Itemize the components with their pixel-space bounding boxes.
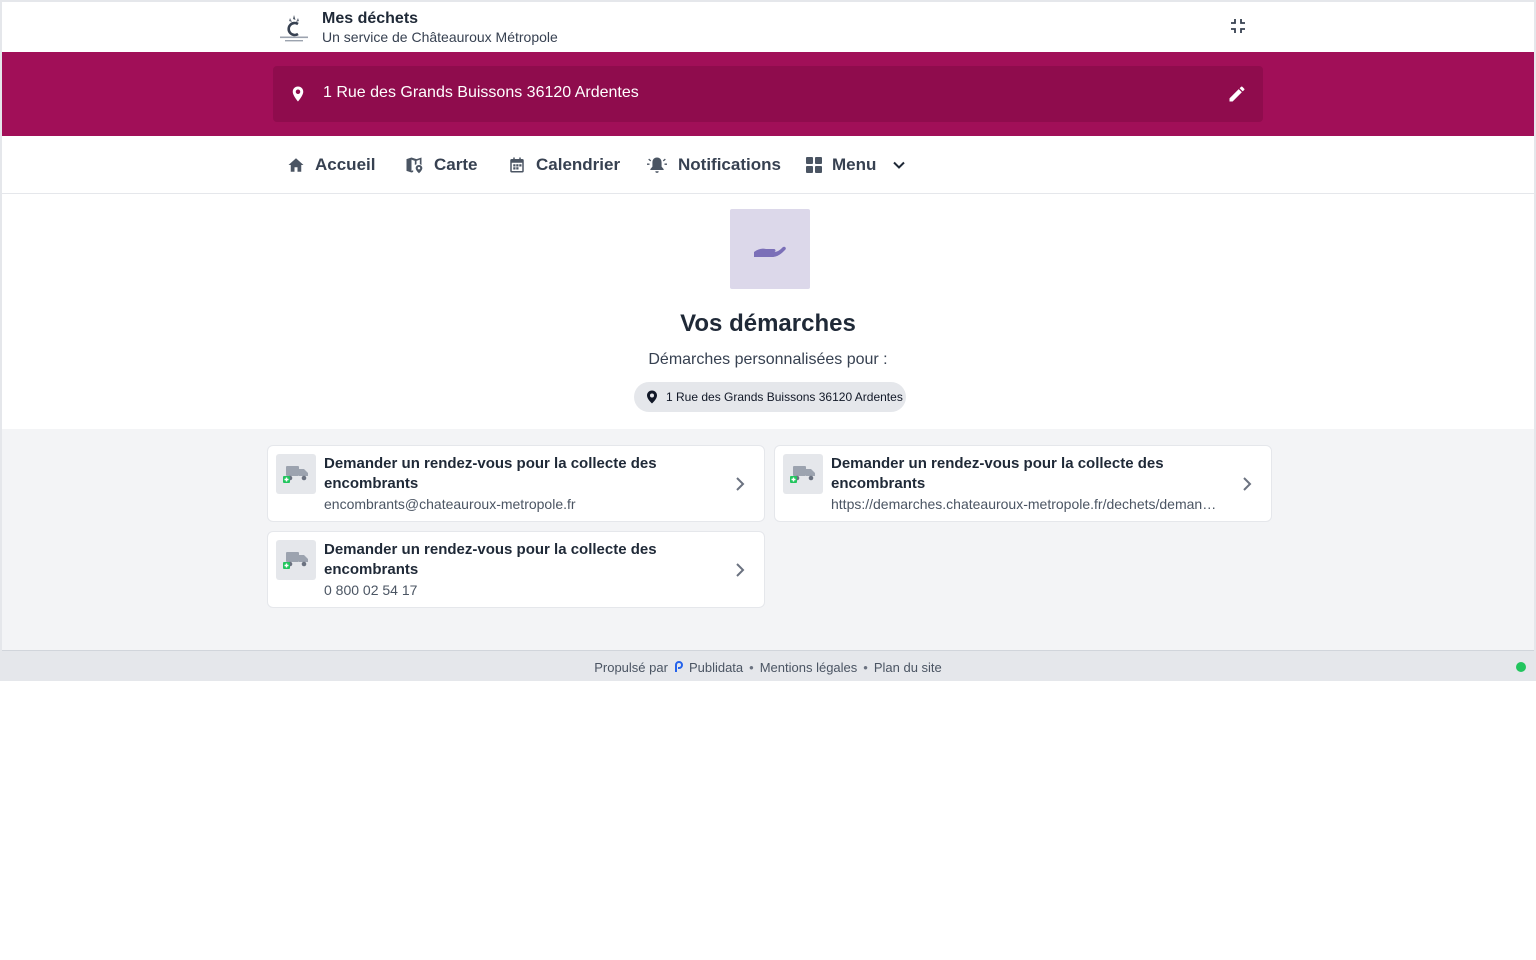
location-pin-icon [292, 86, 304, 102]
truck-icon [276, 454, 316, 494]
main-nav: Accueil Carte Calendrier Notifications M… [2, 136, 1534, 194]
nav-item-carte[interactable]: Carte [404, 136, 477, 194]
address-selector[interactable]: 1 Rue des Grands Buissons 36120 Ardentes [273, 66, 1263, 122]
app-subtitle: Un service de Châteauroux Métropole [322, 29, 558, 45]
powered-by-text: Propulsé par [594, 659, 668, 675]
page-subtitle: Démarches personnalisées pour : [648, 351, 888, 368]
address-text: 1 Rue des Grands Buissons 36120 Ardentes [323, 84, 639, 101]
legal-link[interactable]: Mentions légales [760, 660, 858, 675]
collapse-icon [1231, 19, 1245, 33]
sitemap-link[interactable]: Plan du site [874, 660, 942, 675]
publidata-link[interactable]: Publidata [674, 660, 743, 675]
chevron-right-icon [736, 477, 745, 491]
bell-icon [647, 157, 667, 173]
demarches-list: Demander un rendez-vous pour la collecte… [2, 429, 1534, 650]
publidata-logo-icon [674, 661, 683, 672]
nav-label-menu: Menu [832, 155, 877, 174]
chevron-down-icon [893, 161, 906, 169]
nav-label-carte: Carte [434, 155, 478, 174]
hand-icon [730, 209, 810, 289]
address-chip: 1 Rue des Grands Buissons 36120 Ardentes [634, 382, 906, 412]
site-footer: Propulsé par Publidata • Mentions légale… [2, 650, 1534, 681]
card-detail: encombrants@chateauroux-metropole.fr [324, 496, 576, 512]
app-frame: Mes déchets Un service de Châteauroux Mé… [0, 0, 1536, 681]
card-detail: 0 800 02 54 17 [324, 582, 418, 598]
nav-item-menu[interactable]: Menu [806, 136, 906, 194]
address-chip-text: 1 Rue des Grands Buissons 36120 Ardentes [666, 390, 903, 404]
card-title: Demander un rendez-vous pour la collecte… [324, 541, 657, 578]
demarche-card[interactable]: Demander un rendez-vous pour la collecte… [774, 445, 1272, 522]
chateauroux-logo [280, 15, 308, 42]
nav-item-calendrier[interactable]: Calendrier [508, 136, 620, 194]
app-title: Mes déchets [322, 10, 419, 27]
calendar-icon [510, 157, 524, 173]
page-title: Vos démarches [680, 310, 856, 337]
separator-dot: • [749, 659, 754, 675]
app-header: Mes déchets Un service de Châteauroux Mé… [2, 2, 1534, 52]
grid-icon [806, 157, 822, 173]
nav-label-notifications: Notifications [678, 155, 781, 174]
status-indicator [1516, 662, 1526, 672]
truck-icon [783, 454, 823, 494]
demarche-card[interactable]: Demander un rendez-vous pour la collecte… [267, 531, 765, 608]
nav-label-calendrier: Calendrier [536, 155, 621, 174]
demarche-card[interactable]: Demander un rendez-vous pour la collecte… [267, 445, 765, 522]
publidata-label: Publidata [688, 659, 744, 675]
address-band: 1 Rue des Grands Buissons 36120 Ardentes [2, 52, 1534, 136]
map-pin-icon [406, 157, 423, 174]
location-pin-icon [647, 390, 657, 404]
collapse-button[interactable] [1226, 14, 1250, 38]
nav-item-notifications[interactable]: Notifications [646, 136, 781, 194]
truck-icon [276, 540, 316, 580]
edit-pencil-icon[interactable] [1227, 84, 1247, 104]
home-icon [288, 158, 304, 172]
chevron-right-icon [1243, 477, 1252, 491]
card-title: Demander un rendez-vous pour la collecte… [324, 455, 657, 492]
separator-dot: • [863, 659, 868, 675]
nav-label-accueil: Accueil [315, 155, 376, 174]
card-title: Demander un rendez-vous pour la collecte… [831, 455, 1164, 492]
nav-item-accueil[interactable]: Accueil [287, 136, 375, 194]
chevron-right-icon [736, 563, 745, 577]
card-detail: https://demarches.chateauroux-metropole.… [831, 496, 1223, 512]
